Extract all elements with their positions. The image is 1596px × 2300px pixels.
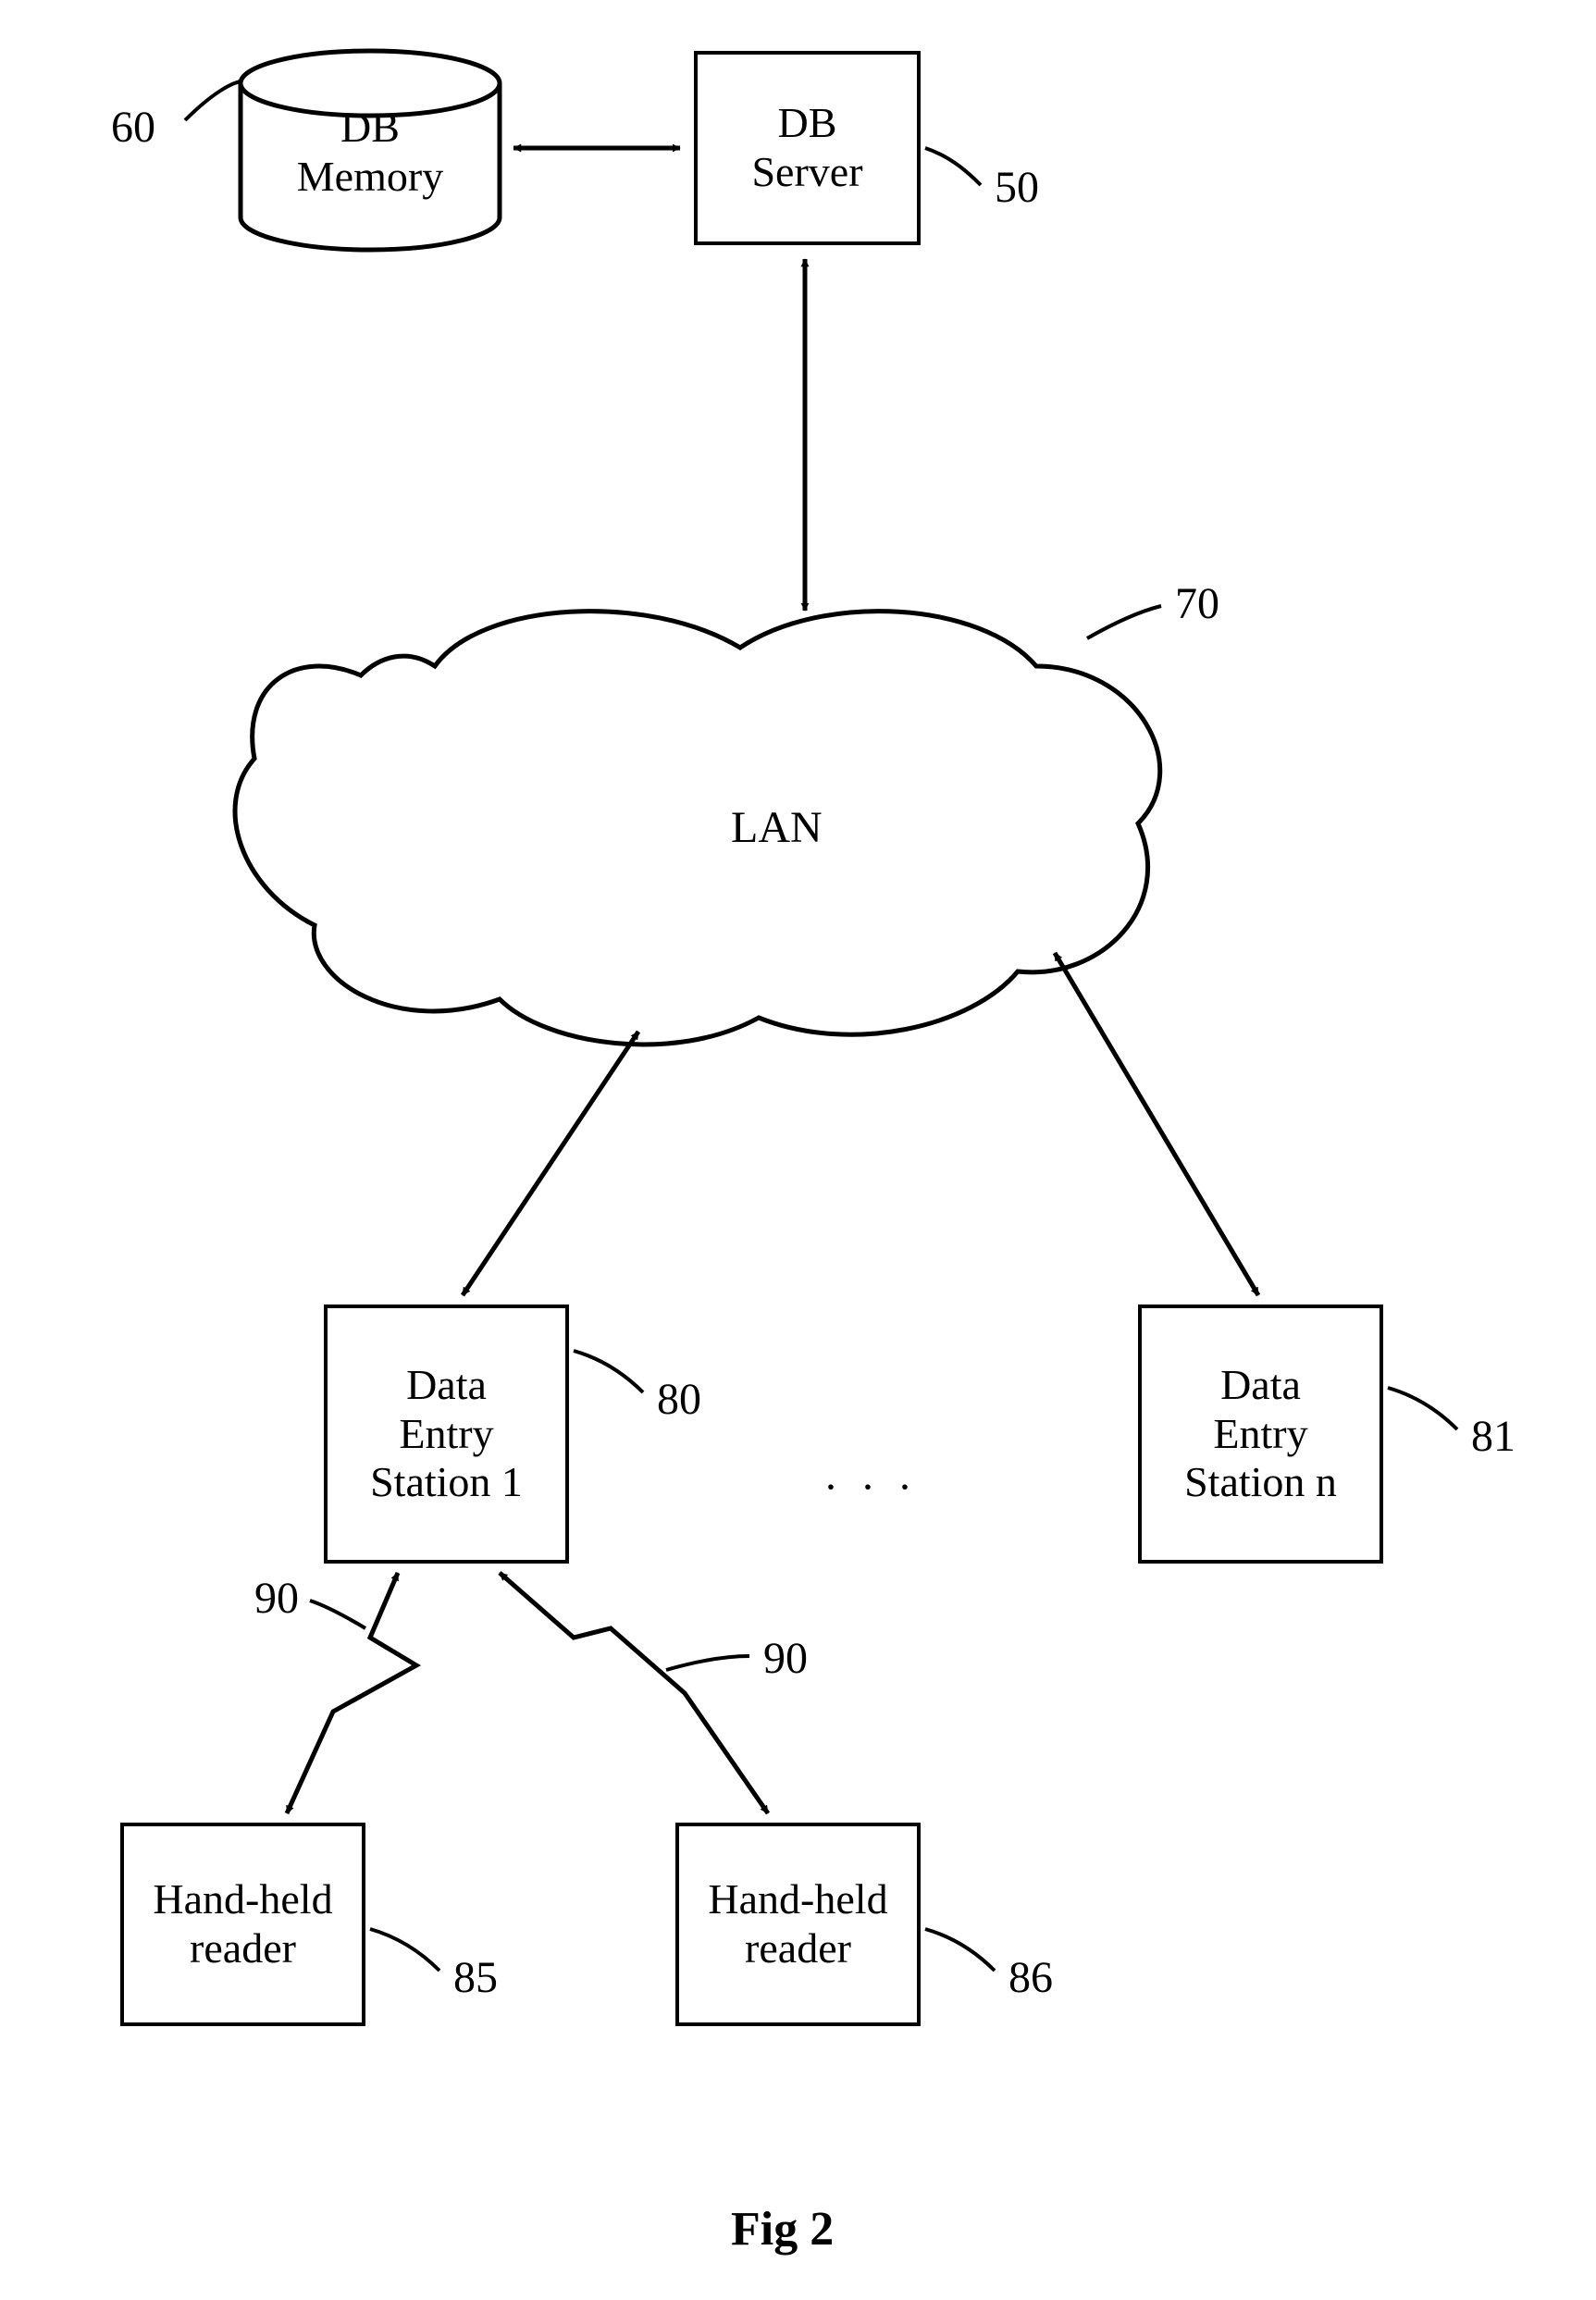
leader-60 [185,81,241,120]
leader-70 [1087,606,1161,638]
lan-label: LAN [731,803,823,852]
arrow-station1-reader1 [287,1573,416,1813]
leader-85 [370,1929,439,1971]
db-server-label: DB Server [751,99,862,197]
reader2-node: Hand-held reader [675,1823,921,2026]
db-memory-node: DB Memory [241,83,500,222]
station1-node: Data Entry Station 1 [324,1305,569,1564]
arrow-station1-reader2 [500,1573,768,1813]
ref-50: 50 [995,162,1039,213]
stationn-label: Data Entry Station n [1184,1361,1337,1508]
leader-90-left [310,1601,365,1628]
ref-60: 60 [111,102,155,153]
leader-80 [574,1351,643,1392]
leader-50 [925,148,981,185]
arrow-lan-stationn [1055,953,1258,1295]
stations-ellipsis: · · · [823,1462,918,1513]
ref-80: 80 [657,1374,701,1425]
ref-70: 70 [1175,578,1219,629]
ref-86: 86 [1008,1952,1053,2003]
leader-90-right [666,1656,749,1670]
arrow-lan-station1 [463,1032,638,1295]
db-server-node: DB Server [694,51,921,245]
ref-81: 81 [1471,1411,1516,1462]
reader1-label: Hand-held reader [153,1875,332,1973]
station1-label: Data Entry Station 1 [370,1361,523,1508]
reader2-label: Hand-held reader [708,1875,887,1973]
ref-90-right: 90 [763,1633,808,1684]
lan-cloud [235,612,1160,1045]
ref-85: 85 [453,1952,498,2003]
db-memory-label: DB Memory [297,104,443,202]
leader-81 [1388,1388,1457,1429]
ref-90-left: 90 [254,1573,299,1624]
diagram-stage: LAN DB Memory DB Server Data Entry Stati… [0,0,1596,2300]
stationn-node: Data Entry Station n [1138,1305,1383,1564]
reader1-node: Hand-held reader [120,1823,365,2026]
leader-86 [925,1929,995,1971]
figure-caption: Fig 2 [731,2202,834,2257]
